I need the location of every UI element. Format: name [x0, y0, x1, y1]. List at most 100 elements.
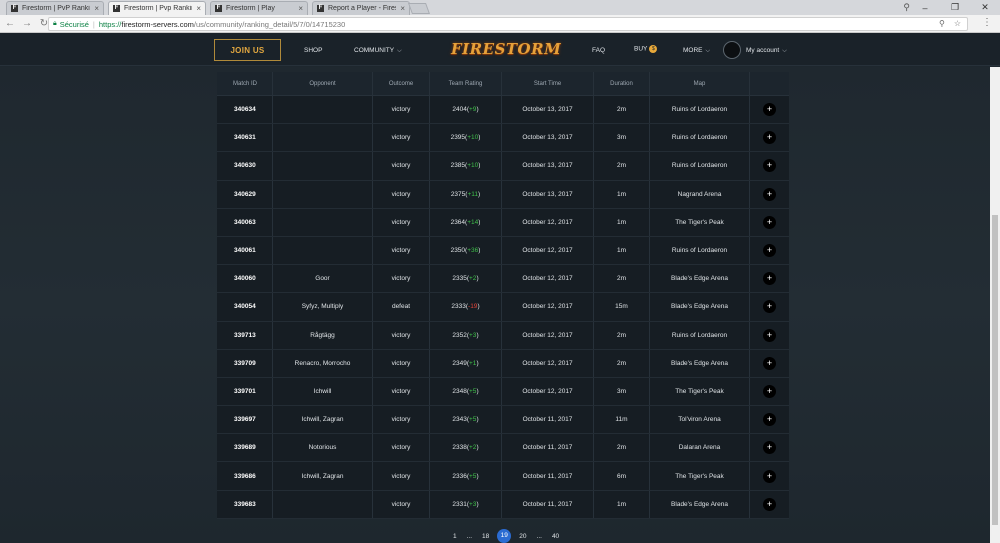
close-window-icon[interactable]: ✕: [970, 2, 1000, 13]
start-time-cell: October 12, 2017: [502, 265, 594, 293]
browser-tab[interactable]: F Firestorm | Play ×: [210, 1, 308, 15]
firestorm-logo[interactable]: FIRESTORM: [451, 40, 561, 58]
map-cell: The Tiger's Peak: [650, 208, 750, 236]
rating-delta: +5: [469, 472, 477, 480]
url-path: /us/community/ranking_detail/5/7/0/14715…: [193, 19, 346, 29]
pagination-current-page[interactable]: 19: [497, 529, 512, 543]
column-header-opponent: Opponent: [273, 72, 373, 95]
tab-title: Firestorm | Play: [226, 5, 275, 12]
table-row: 339689 Notorious victory 2338(+2) October 11…: [217, 434, 789, 463]
join-us-button[interactable]: JOIN US: [214, 39, 281, 61]
rating-value: 2404: [452, 106, 467, 114]
chevron-down-icon: ⌵: [397, 48, 402, 54]
expand-plus-icon[interactable]: +: [763, 328, 776, 342]
expand-plus-icon[interactable]: +: [763, 497, 776, 511]
close-icon[interactable]: ×: [94, 4, 99, 13]
duration-cell: 2m: [594, 321, 650, 349]
expand-plus-icon[interactable]: +: [763, 215, 776, 229]
map-cell: Ruins of Lordaeron: [650, 124, 750, 152]
expand-plus-icon[interactable]: +: [763, 356, 776, 370]
table-row: 340634 victory 2404(+9) October 13, 2017 2m R…: [217, 96, 789, 125]
start-time-cell: October 12, 2017: [502, 293, 594, 321]
expand-plus-icon[interactable]: +: [763, 469, 776, 483]
close-icon[interactable]: ×: [400, 4, 405, 13]
browser-tab-active[interactable]: F Firestorm | Pvp Ranking ×: [108, 1, 206, 15]
team-rating-cell: 2335(+2): [430, 265, 502, 293]
close-icon[interactable]: ×: [298, 4, 303, 13]
opponent-cell: [273, 208, 373, 236]
my-account-menu[interactable]: My account ⌵: [746, 47, 787, 55]
team-rating-cell: 2331(+3): [430, 490, 502, 518]
outcome-cell: victory: [373, 377, 430, 406]
browser-tabstrip: F Firestorm | PvP Ranking × F Firestorm …: [0, 0, 1000, 15]
start-time-cell: October 13, 2017: [502, 152, 594, 180]
avatar[interactable]: [723, 41, 741, 59]
expand-plus-icon[interactable]: +: [763, 187, 776, 201]
table-row: 339686 Ichwill, Zagran victory 2336(+5) Octo…: [217, 462, 789, 491]
profile-icon[interactable]: ⚲: [903, 2, 910, 13]
outcome-cell: victory: [373, 236, 430, 265]
expand-plus-icon[interactable]: +: [763, 384, 776, 398]
pagination-page-40[interactable]: 40: [552, 533, 559, 540]
match-id-cell: 340061: [217, 236, 273, 265]
rating-value: 2350: [450, 247, 466, 255]
expand-plus-icon[interactable]: +: [763, 131, 776, 145]
chevron-down-icon: ⌵: [782, 48, 787, 54]
back-icon[interactable]: ←: [3, 18, 17, 29]
table-row: 339701 Ichwill victory 2348(+5) October 12, …: [217, 377, 789, 407]
column-header-match-id: Match ID: [217, 72, 273, 95]
pagination-page-1[interactable]: 1: [453, 533, 457, 540]
team-rating-cell: 2404(+9): [430, 96, 502, 124]
nav-buy[interactable]: BUY $: [634, 45, 658, 53]
team-rating-cell: 2338(+2): [430, 434, 502, 462]
url-input[interactable]: 🔒︎ Sécurisé | https:// firestorm-servers…: [48, 17, 968, 31]
rating-value: 2385: [450, 162, 466, 170]
expand-plus-icon[interactable]: +: [763, 413, 776, 427]
duration-cell: 2m: [594, 96, 650, 124]
rating-delta: +2: [469, 275, 477, 283]
pagination-page-20[interactable]: 20: [519, 533, 526, 540]
minimize-icon[interactable]: –: [910, 3, 940, 13]
duration-cell: 6m: [594, 462, 650, 490]
team-rating-cell: 2385(+10): [430, 152, 502, 180]
actions-cell: +: [750, 124, 789, 151]
browser-tab[interactable]: F Report a Player - Firesto ×: [312, 1, 410, 15]
zoom-icon[interactable]: ⚲: [939, 19, 945, 28]
map-cell: Blade's Edge Arena: [650, 349, 750, 377]
start-time-cell: October 13, 2017: [502, 180, 594, 208]
nav-faq[interactable]: FAQ: [592, 47, 605, 54]
my-account-label: My account: [746, 47, 780, 54]
divider: |: [92, 19, 95, 29]
table-row: 340054 Syfyz, Multiply defeat 2333(-19) Octo…: [217, 293, 789, 322]
rating-delta: +9: [469, 106, 477, 114]
map-cell: Ruins of Lordaeron: [650, 321, 750, 349]
expand-plus-icon[interactable]: +: [763, 272, 776, 286]
expand-plus-icon[interactable]: +: [763, 441, 776, 455]
expand-plus-icon[interactable]: +: [763, 159, 776, 173]
actions-cell: +: [750, 350, 789, 377]
close-icon[interactable]: ×: [196, 4, 201, 13]
expand-plus-icon[interactable]: +: [763, 103, 776, 117]
bookmark-star-icon[interactable]: ☆: [954, 19, 961, 28]
nav-community[interactable]: COMMUNITY ⌵: [354, 47, 402, 55]
expand-plus-icon[interactable]: +: [763, 300, 776, 314]
nav-shop[interactable]: SHOP: [304, 47, 322, 54]
map-cell: Dalaran Arena: [650, 434, 750, 462]
forward-icon[interactable]: →: [20, 18, 34, 29]
new-tab-button[interactable]: [407, 3, 431, 14]
duration-cell: 2m: [594, 265, 650, 293]
scrollbar[interactable]: [990, 67, 1000, 543]
team-rating-cell: 2350(+36): [430, 236, 502, 265]
pagination-page-18[interactable]: 18: [482, 533, 489, 540]
actions-cell: +: [750, 434, 789, 461]
expand-plus-icon[interactable]: +: [763, 244, 776, 258]
scrollbar-thumb[interactable]: [992, 215, 998, 525]
rating-delta: +5: [469, 387, 477, 395]
start-time-cell: October 13, 2017: [502, 96, 594, 124]
nav-more[interactable]: MORE ⌵: [683, 47, 710, 55]
actions-cell: +: [750, 265, 789, 292]
maximize-icon[interactable]: ❐: [940, 2, 970, 13]
duration-cell: 1m: [594, 180, 650, 208]
browser-menu-icon[interactable]: ⋮: [982, 17, 992, 28]
browser-tab[interactable]: F Firestorm | PvP Ranking ×: [6, 1, 104, 15]
